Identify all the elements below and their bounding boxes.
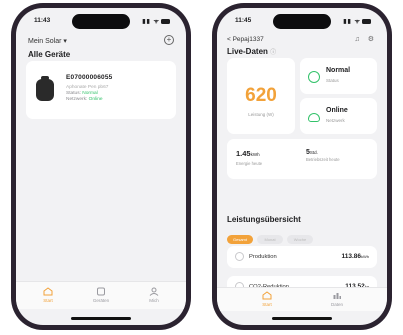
dynamic-island xyxy=(273,14,331,29)
network-value: Online xyxy=(326,107,348,114)
device-serial: E07000006055 xyxy=(66,74,113,81)
battery-icon xyxy=(161,18,170,24)
status-value: Normal xyxy=(326,67,351,74)
device-status: Status: Normal xyxy=(66,91,98,96)
section-title: Alle Geräte xyxy=(28,50,71,59)
header: < Pepaj1337 ♫ ⚙ xyxy=(227,35,377,47)
plant-selector[interactable]: Mein Solar ▾ xyxy=(28,37,67,45)
status-icons: ▮▮ ᯤ xyxy=(343,17,371,25)
tab-me[interactable]: Mich xyxy=(134,287,174,303)
device-model: Aphonate Pen pb67 xyxy=(66,85,109,90)
phone-right: 11:45 ▮▮ ᯤ < Pepaj1337 ♫ ⚙ Live-Daten ⓘ … xyxy=(212,3,392,330)
plus-circle-icon[interactable]: + xyxy=(164,35,174,45)
chip-total[interactable]: Gesamt xyxy=(227,235,253,244)
kpi-card: 1.45kWh Energie heute 5Std. Betriebszeit… xyxy=(227,139,377,179)
device-network: Netzwerk: Online xyxy=(66,97,103,102)
home-indicator xyxy=(71,317,131,320)
runtime-label: Betriebszeit heute xyxy=(306,157,340,162)
header: Mein Solar ▾ + xyxy=(28,35,174,49)
power-card: 620 Leistung (W) xyxy=(227,58,295,134)
status-card: Normal Status xyxy=(300,58,377,94)
battery-icon xyxy=(362,18,371,24)
energy-today-value: 1.45kWh xyxy=(236,149,260,158)
chip-week[interactable]: Woche xyxy=(287,235,313,244)
check-icon xyxy=(308,71,320,83)
status-time: 11:43 xyxy=(34,17,51,24)
runtime-value: 5Std. xyxy=(306,149,318,156)
sun-icon xyxy=(235,252,244,261)
inverter-image xyxy=(36,76,54,101)
back-button[interactable]: < Pepaj1337 xyxy=(227,36,264,43)
dynamic-island xyxy=(72,14,130,29)
device-card[interactable]: E07000006055 Aphonate Pen pb67 Status: N… xyxy=(26,61,176,119)
production-label: Produktion xyxy=(249,254,277,260)
network-label: Netzwerk xyxy=(326,118,345,123)
device-icon xyxy=(97,287,105,296)
production-row: Produktion 113.86kWh xyxy=(227,246,377,268)
tab-devices[interactable]: Geräten xyxy=(81,287,121,303)
chip-month[interactable]: Monat xyxy=(257,235,283,244)
tab-bar: Start Geräten Mich xyxy=(16,281,186,309)
home-icon xyxy=(262,291,272,300)
period-chips: Gesamt Monat Woche xyxy=(227,228,317,244)
status-time: 11:45 xyxy=(235,17,252,24)
status-label: Status xyxy=(326,78,339,83)
tab-bar: Start Daten xyxy=(217,287,387,311)
info-icon[interactable]: ⓘ xyxy=(270,50,276,56)
status-icons: ▮▮ ᯤ xyxy=(142,17,170,25)
network-card: Online Netzwerk xyxy=(300,98,377,134)
tab-start[interactable]: Start xyxy=(247,291,287,307)
energy-today-label: Energie heute xyxy=(236,161,263,166)
screen-live-data: 11:45 ▮▮ ᯤ < Pepaj1337 ♫ ⚙ Live-Daten ⓘ … xyxy=(217,8,387,325)
header-actions[interactable]: ♫ ⚙ xyxy=(355,35,377,43)
power-value: 620 xyxy=(245,85,277,106)
home-indicator xyxy=(272,317,332,320)
phone-left: 11:43 ▮▮ ᯤ Mein Solar ▾ + Alle Geräte E0… xyxy=(11,3,191,330)
screen-devices: 11:43 ▮▮ ᯤ Mein Solar ▾ + Alle Geräte E0… xyxy=(16,8,186,325)
tab-start[interactable]: Start xyxy=(28,287,68,303)
production-value: 113.86kWh xyxy=(341,253,369,260)
chart-icon xyxy=(333,293,341,299)
live-title: Live-Daten ⓘ xyxy=(227,47,277,56)
home-icon xyxy=(43,287,53,296)
overview-title: Leistungsübersicht xyxy=(227,215,301,224)
power-label: Leistung (W) xyxy=(248,112,274,117)
tab-data[interactable]: Daten xyxy=(317,291,357,307)
cloud-icon xyxy=(308,113,320,122)
user-icon xyxy=(149,287,159,296)
